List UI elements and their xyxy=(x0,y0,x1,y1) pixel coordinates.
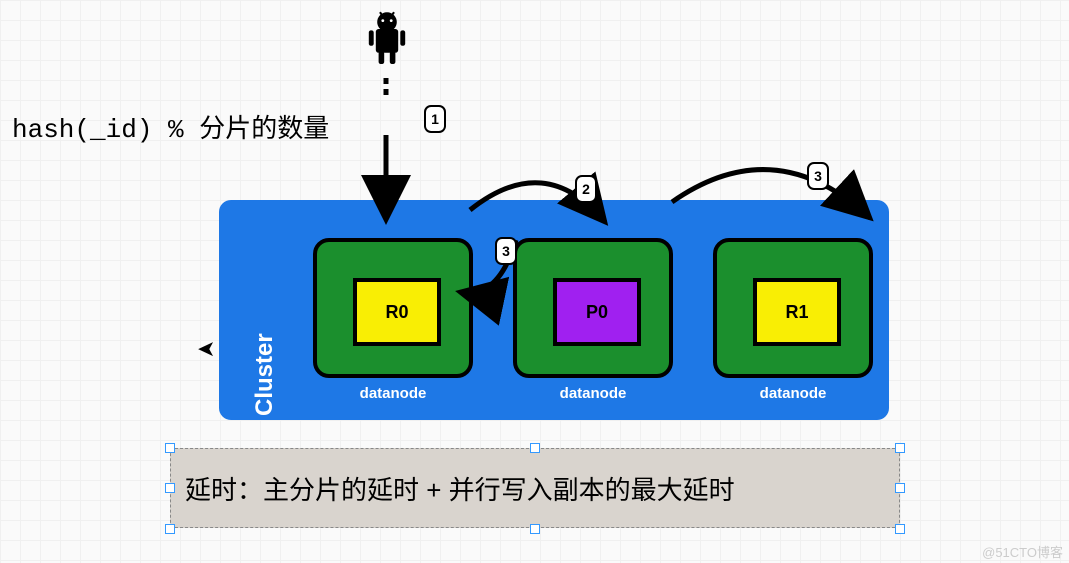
step-badge-3: 3 xyxy=(807,162,829,190)
formula-suffix: 分片的数量 xyxy=(199,113,329,143)
cluster-box: Cluster R0 datanode P0 datanode R1 datan… xyxy=(219,200,889,420)
step-badge-1: 1 xyxy=(424,105,446,133)
latency-caption[interactable]: 延时：主分片的延时 + 并行写入副本的最大延时 xyxy=(170,448,900,528)
datanode-2: P0 datanode xyxy=(513,238,673,378)
shard-r1: R1 xyxy=(753,278,841,346)
step-badge-3-return: 3 xyxy=(495,237,517,265)
cluster-label: Cluster xyxy=(251,204,279,416)
caption-text: 延时：主分片的延时 + 并行写入副本的最大延时 xyxy=(185,470,735,507)
sel-handle[interactable] xyxy=(165,443,175,453)
shard-p0: P0 xyxy=(553,278,641,346)
sel-handle[interactable] xyxy=(530,524,540,534)
step-badge-2: 2 xyxy=(575,175,597,203)
datanode-1-label: datanode xyxy=(317,385,469,402)
sel-handle[interactable] xyxy=(895,483,905,493)
datanode-2-label: datanode xyxy=(517,385,669,402)
sel-handle[interactable] xyxy=(165,483,175,493)
sel-handle[interactable] xyxy=(895,443,905,453)
hash-formula: hash(_id) % 分片的数量 xyxy=(12,108,329,145)
datanode-1: R0 datanode xyxy=(313,238,473,378)
sel-handle[interactable] xyxy=(530,443,540,453)
watermark: @51CTO博客 xyxy=(982,542,1063,561)
android-icon xyxy=(352,8,422,78)
formula-code: hash(_id) % xyxy=(12,115,184,145)
sel-handle[interactable] xyxy=(165,524,175,534)
datanode-3-label: datanode xyxy=(717,385,869,402)
sel-handle[interactable] xyxy=(895,524,905,534)
shard-r0: R0 xyxy=(353,278,441,346)
datanode-3: R1 datanode xyxy=(713,238,873,378)
pointer-icon: ➤ xyxy=(197,336,215,362)
